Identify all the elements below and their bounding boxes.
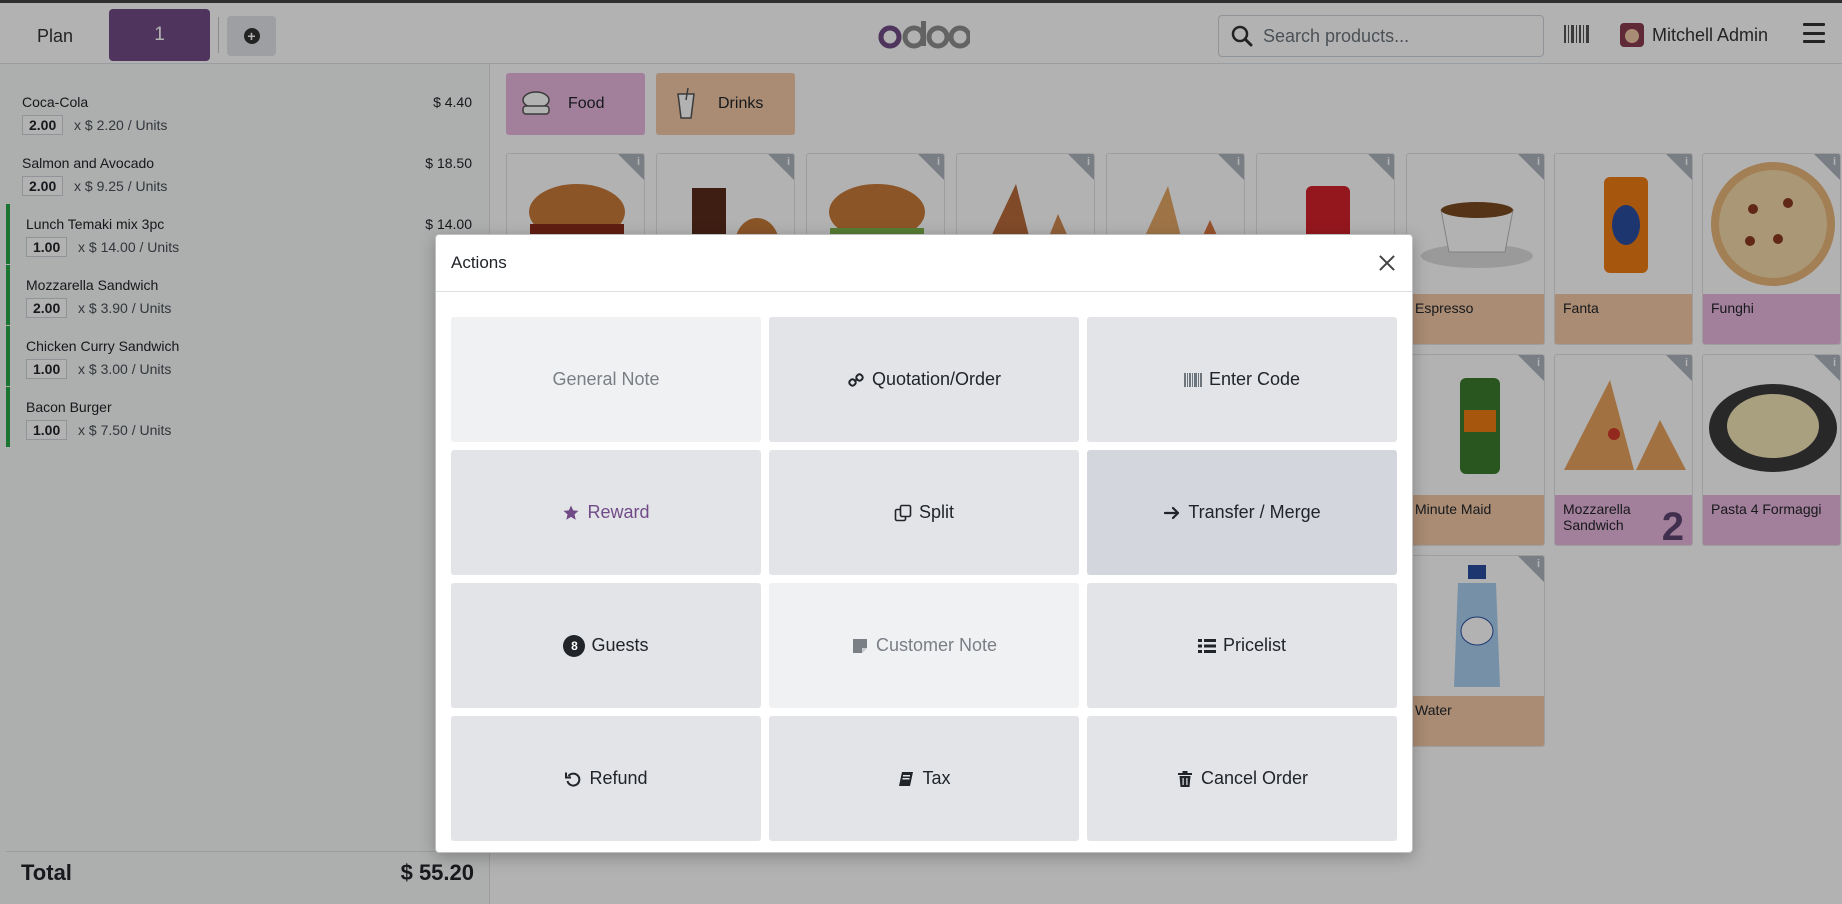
modal-title: Actions [451, 253, 507, 272]
reward-button[interactable]: Reward [451, 450, 761, 575]
book-icon [897, 770, 915, 788]
arrow-right-icon [1163, 504, 1181, 522]
button-label: Guests [591, 635, 649, 655]
button-label: Customer Note [875, 635, 998, 655]
trash-icon [1176, 770, 1194, 788]
button-label: Enter Code [1208, 369, 1301, 389]
list-icon [1197, 637, 1216, 655]
general-note-button[interactable]: General Note [451, 317, 761, 442]
star-icon [562, 504, 580, 522]
actions-modal: Actions General Note Quotation/Order Ent… [435, 234, 1413, 853]
action-grid: General Note Quotation/Order Enter Code … [451, 317, 1398, 841]
link-icon [847, 371, 865, 389]
barcode-icon [1183, 371, 1202, 389]
button-label: Refund [589, 768, 648, 788]
split-button[interactable]: Split [769, 450, 1079, 575]
button-label: General Note [552, 369, 660, 389]
button-label: Tax [922, 768, 951, 788]
guests-button[interactable]: 8 Guests [451, 583, 761, 708]
button-label: Reward [587, 502, 650, 522]
close-icon[interactable] [1374, 250, 1400, 276]
pricelist-button[interactable]: Pricelist [1087, 583, 1397, 708]
refund-button[interactable]: Refund [451, 716, 761, 841]
tax-button[interactable]: Tax [769, 716, 1079, 841]
button-label: Split [918, 502, 954, 522]
modal-header: Actions [436, 235, 1412, 292]
transfer-merge-button[interactable]: Transfer / Merge [1087, 450, 1397, 575]
cancel-order-button[interactable]: Cancel Order [1087, 716, 1397, 841]
enter-code-button[interactable]: Enter Code [1087, 317, 1397, 442]
undo-icon [564, 770, 582, 788]
copy-icon [894, 504, 912, 522]
guests-count-badge: 8 [563, 634, 586, 657]
button-label: Quotation/Order [871, 369, 1002, 389]
quotation-order-button[interactable]: Quotation/Order [769, 317, 1079, 442]
button-label: Transfer / Merge [1188, 502, 1321, 522]
customer-note-button[interactable]: Customer Note [769, 583, 1079, 708]
button-label: Cancel Order [1200, 768, 1309, 788]
button-label: Pricelist [1222, 635, 1286, 655]
sticky-note-icon [851, 637, 869, 655]
